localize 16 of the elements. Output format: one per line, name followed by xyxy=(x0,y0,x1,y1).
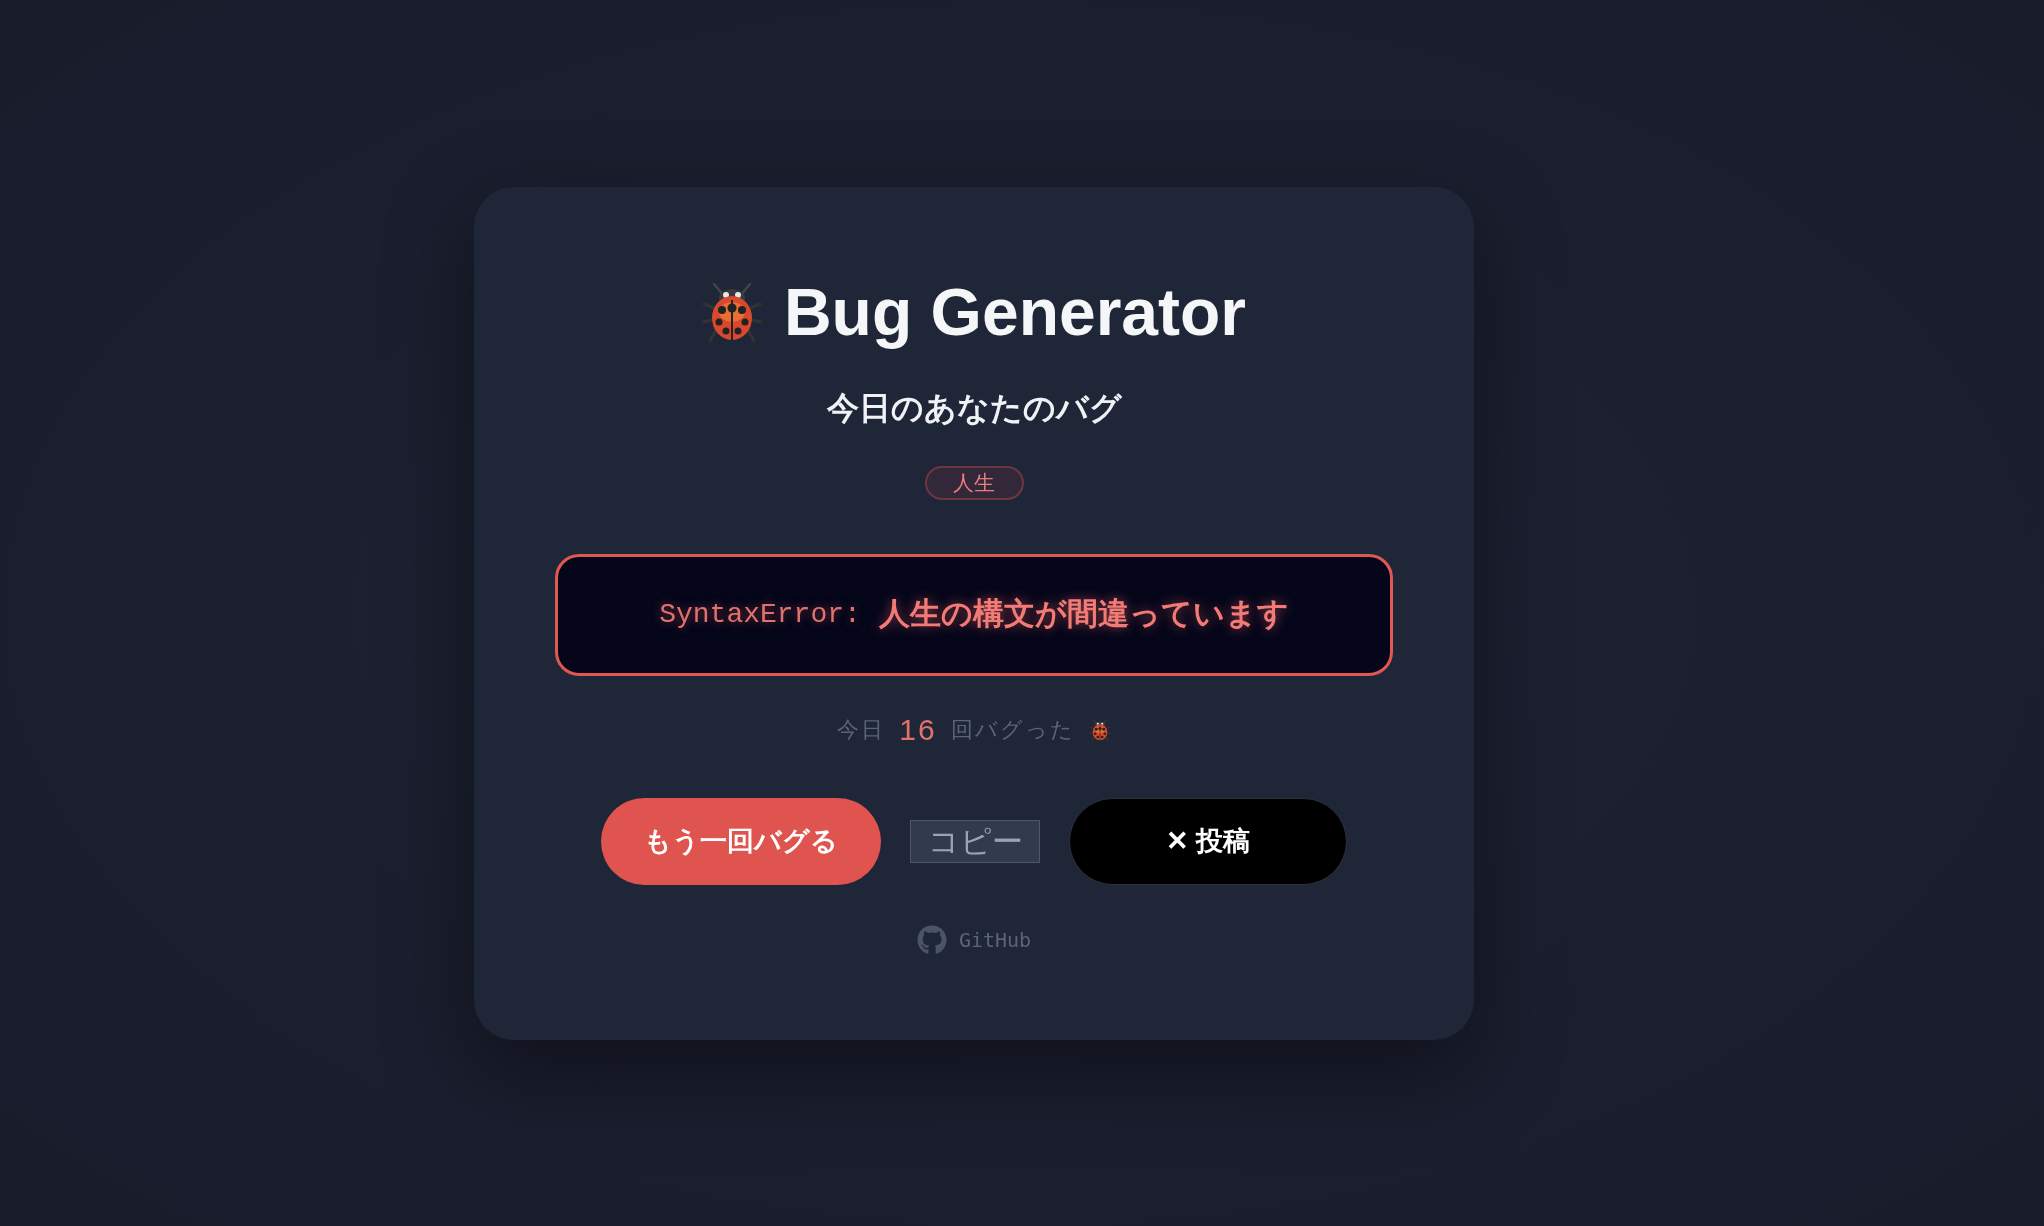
github-icon xyxy=(916,924,947,955)
ladybug-icon xyxy=(701,281,762,342)
subtitle: 今日のあなたのバグ xyxy=(826,388,1122,428)
counter-prefix: 今日 xyxy=(837,716,886,744)
ladybug-icon xyxy=(1088,718,1111,741)
github-link[interactable]: GitHub xyxy=(916,924,1032,955)
copy-button[interactable]: コピー xyxy=(910,819,1040,863)
error-type: SyntaxError: xyxy=(659,597,861,632)
app-title: Bug Generator xyxy=(783,273,1247,351)
bug-count: 16 xyxy=(899,712,937,748)
error-message: 人生の構文が間違っています xyxy=(878,595,1289,634)
category-tag: 人生 xyxy=(924,465,1024,500)
counter-suffix: 回バグった xyxy=(950,716,1075,744)
post-button[interactable]: ✕ 投稿 xyxy=(1069,797,1347,885)
retry-button[interactable]: もう一回バグる xyxy=(601,797,881,885)
github-label: GitHub xyxy=(958,926,1032,954)
